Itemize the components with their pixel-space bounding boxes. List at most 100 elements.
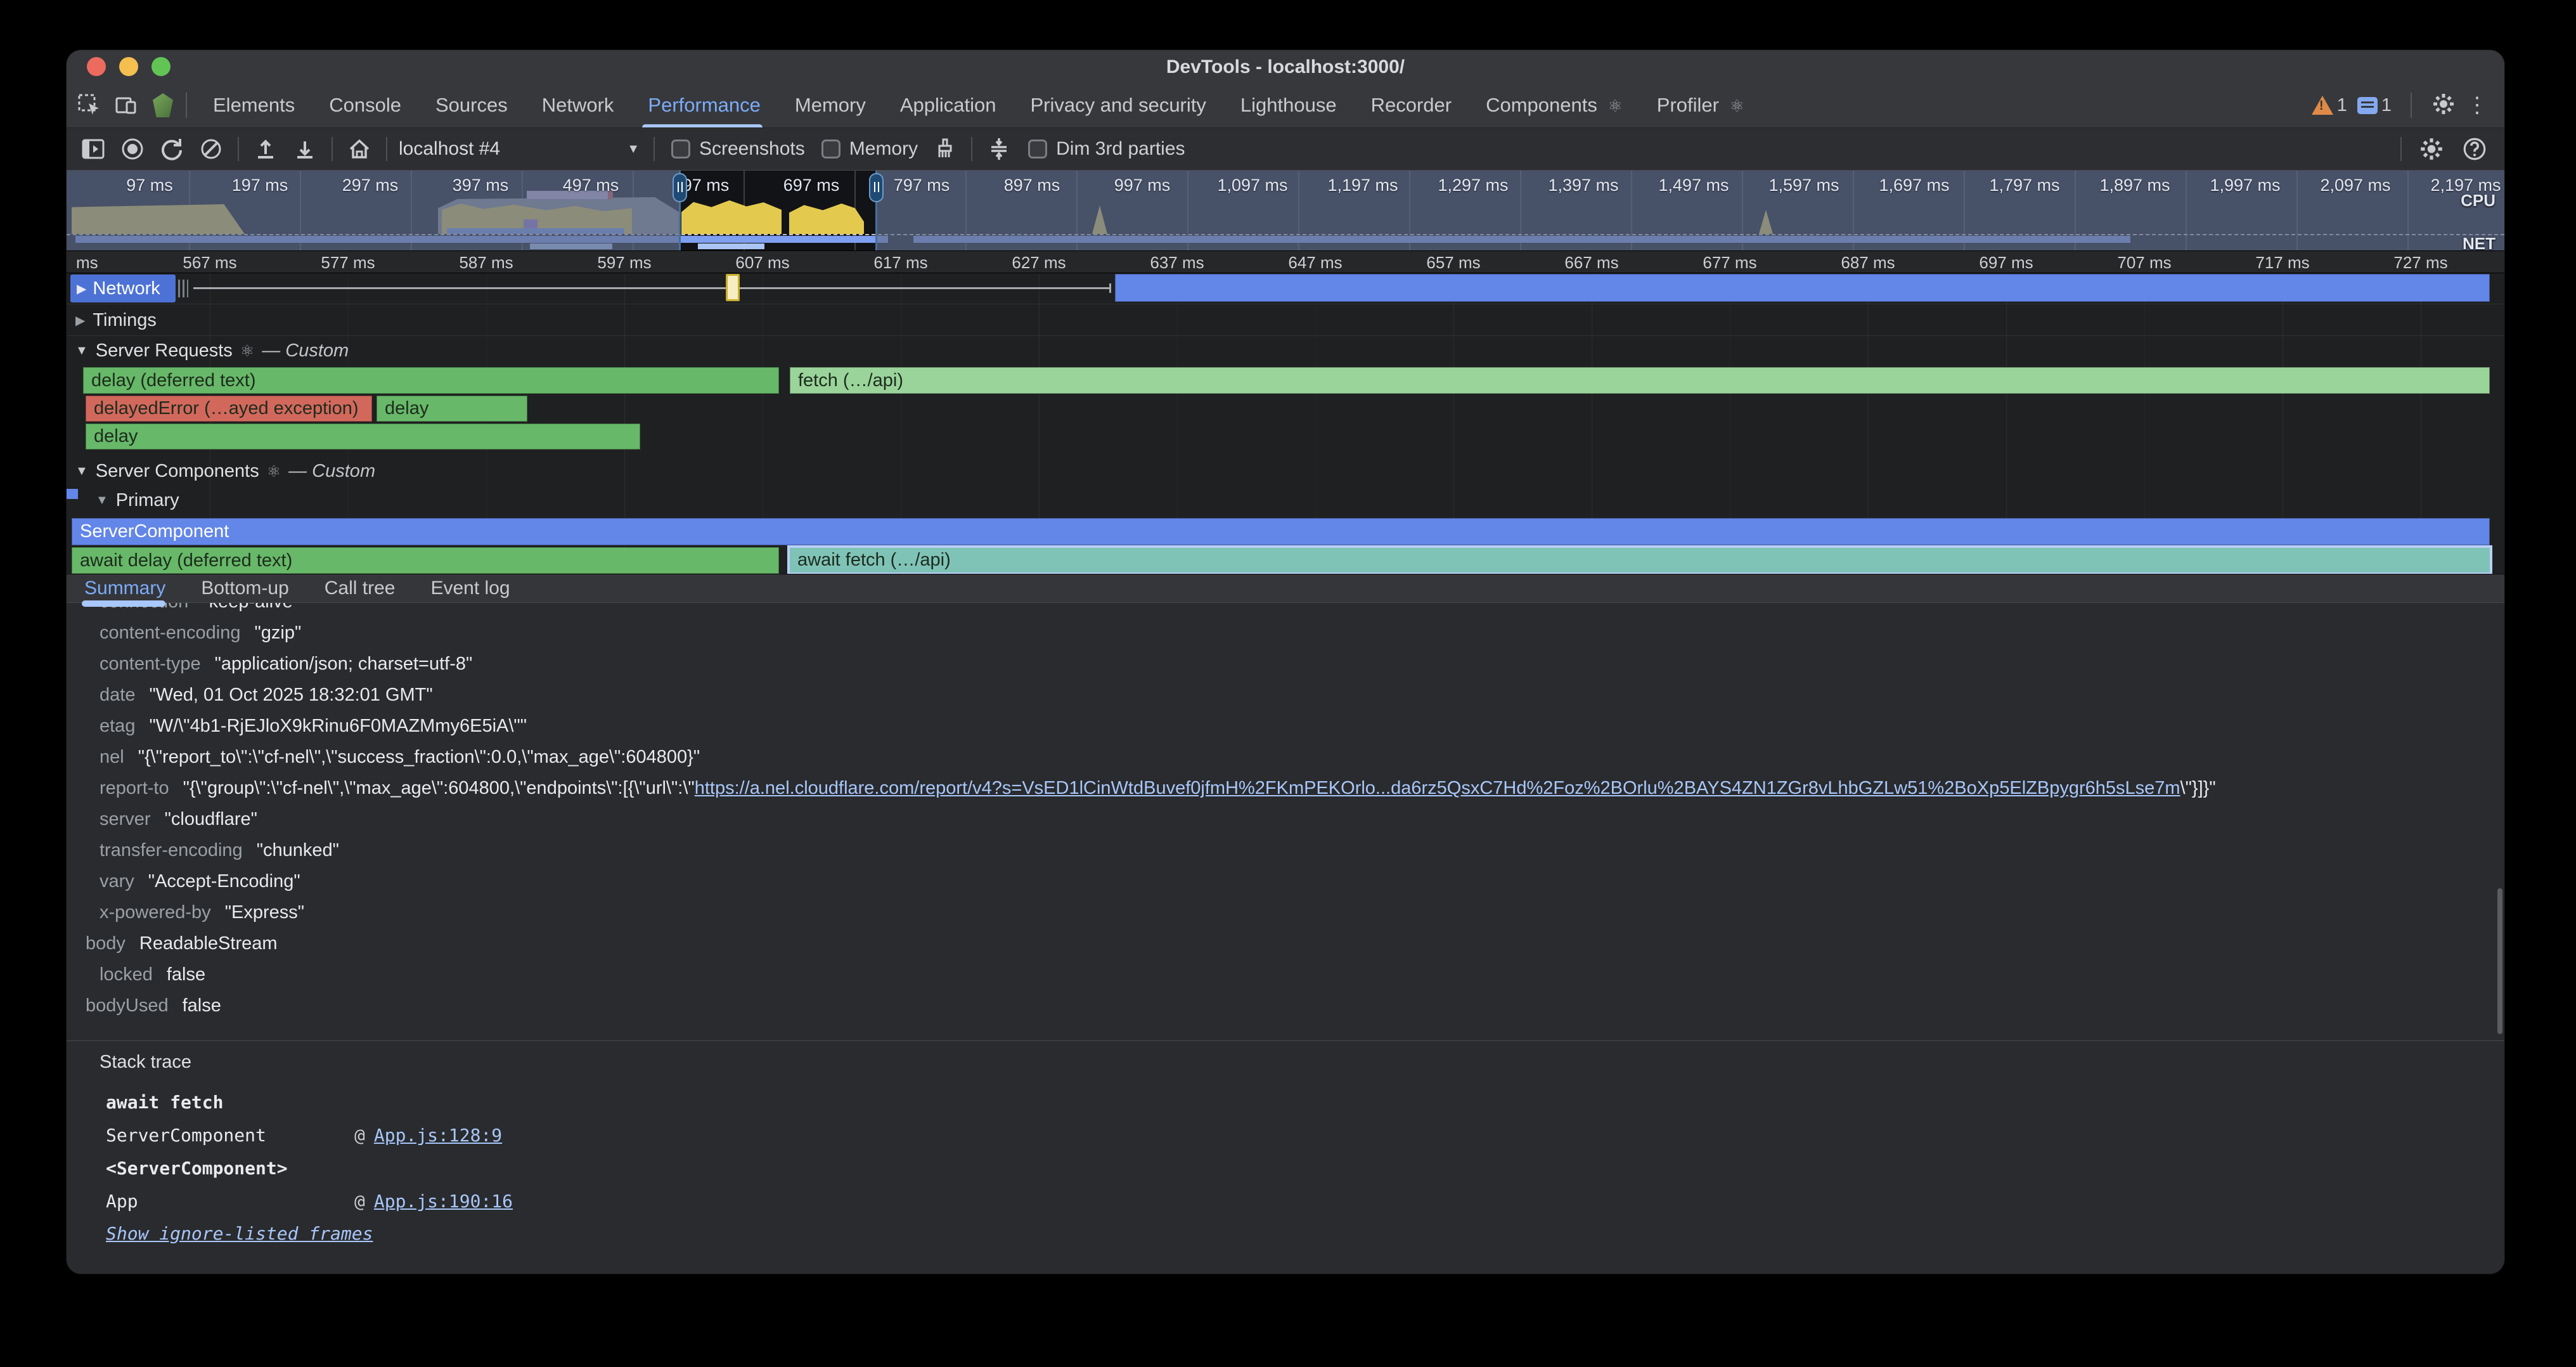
ruler-label: 657 ms — [1426, 253, 1480, 273]
custom-suffix: — Custom — [262, 340, 349, 361]
scrollbar-thumb[interactable] — [2497, 888, 2502, 1034]
server-component-bar[interactable]: ServerComponent — [72, 518, 2490, 545]
tab-lighthouse[interactable]: Lighthouse — [1223, 83, 1354, 127]
tab-sources[interactable]: Sources — [418, 83, 525, 127]
overview-ruler-label: 97 ms — [126, 176, 173, 195]
server-request-bar[interactable]: fetch (…/api) — [790, 367, 2490, 394]
network-request-bar[interactable] — [1115, 274, 2490, 302]
tab-console[interactable]: Console — [312, 83, 418, 127]
tab-performance[interactable]: Performance — [631, 83, 777, 127]
device-toolbar-icon[interactable] — [112, 91, 140, 119]
save-profile-icon[interactable] — [292, 136, 318, 162]
tab-call-tree[interactable]: Call tree — [307, 574, 413, 603]
settings-gear-icon[interactable] — [2431, 91, 2456, 120]
garbage-collect-icon[interactable] — [932, 136, 957, 162]
custom-suffix: — Custom — [288, 461, 375, 482]
devtools-window: DevTools - localhost:3000/ Elements Cons… — [66, 49, 2505, 1274]
tab-components[interactable]: Components ⚛ — [1469, 83, 1640, 127]
stack-trace-frames: await fetchServerComponent@App.js:128:9<… — [106, 1086, 513, 1218]
network-marker[interactable] — [726, 274, 740, 301]
checkbox-box — [671, 139, 690, 159]
timeline-overview[interactable]: 97 ms197 ms297 ms397 ms497 ms597 ms697 m… — [67, 171, 2504, 251]
load-profile-icon[interactable] — [253, 136, 278, 162]
track-primary[interactable]: ▼ Primary — [96, 490, 179, 511]
tab-summary[interactable]: Summary — [67, 574, 183, 603]
screenshots-label: Screenshots — [699, 138, 805, 160]
checkbox-box — [821, 139, 840, 159]
flame-chart-tracks[interactable]: ▶ Network ▶ Timings ▼ Server Requests ⚛ … — [67, 273, 2504, 574]
warning-icon — [2312, 96, 2333, 115]
issues-badge[interactable]: 1 — [2357, 95, 2392, 116]
track-server-requests[interactable]: ▼ Server Requests ⚛ — Custom — [75, 340, 349, 361]
history-select[interactable]: localhost #4 ▼ — [399, 138, 640, 160]
inspect-element-icon[interactable] — [75, 91, 103, 119]
tab-event-log[interactable]: Event log — [413, 574, 527, 603]
header-value: "W/\"4b1-RjEJloX9kRinu6F0MAZMmy6E5iA\"" — [149, 716, 527, 736]
await-delay-bar[interactable]: await delay (deferred text) — [72, 547, 779, 574]
server-request-bar[interactable]: delay (deferred text) — [83, 367, 779, 394]
section-divider — [67, 1040, 2504, 1041]
timings-label-text: Timings — [93, 310, 156, 331]
chevron-down-icon: ▼ — [96, 493, 108, 508]
dim-3rd-parties-checkbox[interactable]: Dim 3rd parties — [1028, 138, 1185, 160]
ruler-edge-label: ms — [76, 253, 98, 273]
server-request-bar[interactable]: delay — [86, 424, 640, 450]
overview-ruler-label: 1,897 ms — [2099, 176, 2170, 195]
tab-profiler[interactable]: Profiler ⚛ — [1640, 83, 1761, 127]
tab-recorder[interactable]: Recorder — [1354, 83, 1469, 127]
tab-components-label: Components — [1486, 94, 1597, 116]
source-location-link[interactable]: App.js:128:9 — [374, 1125, 502, 1146]
extension-icon[interactable] — [149, 91, 177, 119]
collapse-arrows-icon[interactable] — [986, 136, 1012, 162]
screenshots-checkbox[interactable]: Screenshots — [671, 138, 805, 160]
track-network-label[interactable]: ▶ Network — [70, 275, 176, 302]
server-request-bar-error[interactable]: delayedError (…ayed exception) — [86, 396, 372, 422]
track-server-components[interactable]: ▼ Server Components ⚛ — Custom — [75, 461, 375, 482]
extension-track-icon: ⚛ — [240, 342, 254, 361]
help-icon[interactable] — [2461, 136, 2488, 162]
memory-checkbox[interactable]: Memory — [821, 138, 918, 160]
tab-network[interactable]: Network — [525, 83, 631, 127]
header-key: body — [86, 933, 126, 954]
header-row: etag"W/\"4b1-RjEJloX9kRinu6F0MAZMmy6E5iA… — [100, 711, 2504, 742]
tab-privacy[interactable]: Privacy and security — [1014, 83, 1223, 127]
selection-handle-left[interactable] — [679, 171, 681, 250]
overview-ruler-label: 1,597 ms — [1768, 176, 1839, 195]
header-value: "Accept-Encoding" — [148, 871, 300, 891]
show-ignore-listed-link[interactable]: Show ignore-listed frames — [106, 1223, 373, 1244]
history-select-value: localhost #4 — [399, 138, 500, 160]
home-icon[interactable] — [347, 136, 372, 162]
header-key: content-type — [100, 654, 201, 674]
tab-elements[interactable]: Elements — [196, 83, 312, 127]
track-timings[interactable]: ▶ Timings — [75, 310, 157, 331]
track-drag-handle[interactable] — [178, 280, 188, 297]
header-key: nel — [100, 747, 124, 767]
header-value: "{\"report_to\":\"cf-nel\",\"success_fra… — [138, 747, 700, 767]
ruler-label: 637 ms — [1150, 253, 1204, 273]
header-value: false — [183, 995, 221, 1016]
dock-side-icon[interactable] — [80, 136, 106, 162]
summary-pane[interactable]: connection"keep-alive"content-encoding"g… — [67, 603, 2504, 1274]
divider — [386, 137, 387, 161]
capture-settings-gear-icon[interactable] — [2418, 136, 2445, 162]
ruler-label: 567 ms — [183, 253, 236, 273]
header-row: bodyReadableStream — [86, 928, 2504, 959]
tab-bottom-up[interactable]: Bottom-up — [183, 574, 306, 603]
ruler-label: 607 ms — [735, 253, 789, 273]
tab-application[interactable]: Application — [883, 83, 1014, 127]
ruler-label: 577 ms — [321, 253, 375, 273]
header-key: server — [100, 809, 151, 829]
header-row: content-type"application/json; charset=u… — [100, 649, 2504, 680]
source-location-link[interactable]: App.js:190:16 — [374, 1191, 513, 1212]
await-fetch-bar-selected[interactable]: await fetch (…/api) — [787, 545, 2492, 575]
frame-function: ServerComponent — [106, 1119, 354, 1152]
selection-handle-right[interactable] — [875, 171, 877, 250]
kebab-menu-icon[interactable]: ⋮ — [2466, 93, 2488, 118]
reload-record-button[interactable] — [159, 136, 184, 162]
record-button[interactable] — [120, 136, 145, 162]
warnings-badge[interactable]: 1 — [2312, 95, 2347, 116]
tab-memory[interactable]: Memory — [778, 83, 883, 127]
server-request-bar[interactable]: delay — [377, 396, 527, 422]
clear-button[interactable] — [198, 136, 224, 162]
report-to-link[interactable]: https://a.nel.cloudflare.com/report/v4?s… — [695, 778, 2180, 798]
